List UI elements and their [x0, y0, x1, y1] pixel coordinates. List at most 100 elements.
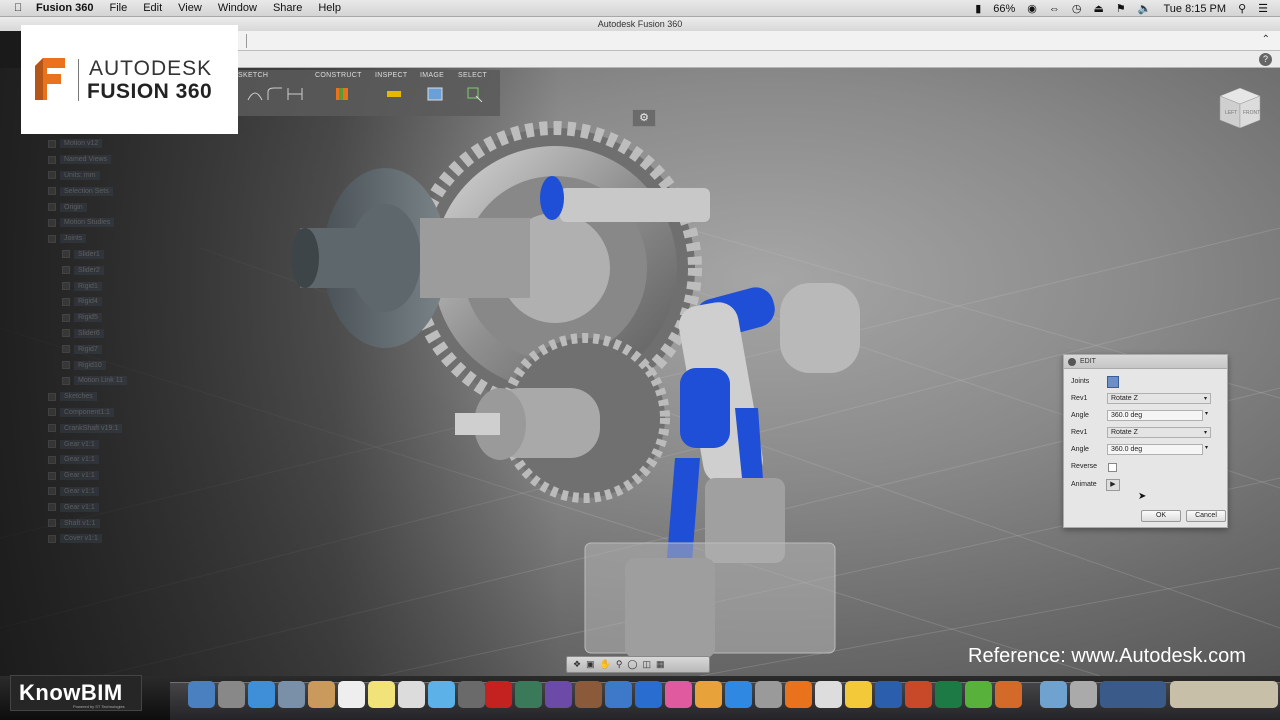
- menu-edit[interactable]: Edit: [143, 2, 162, 14]
- fusion360-icon[interactable]: [785, 681, 812, 708]
- expand-icon[interactable]: [48, 408, 56, 417]
- tree-row[interactable]: Gear v1:1: [48, 452, 188, 468]
- battery-icon[interactable]: ▮: [975, 2, 981, 15]
- tree-row[interactable]: CrankShaft v19:1: [48, 420, 188, 436]
- dimension-icon[interactable]: [286, 86, 304, 102]
- tree-row[interactable]: Rigid5: [48, 310, 188, 326]
- tree-row[interactable]: Rigid1: [48, 278, 188, 294]
- photo-booth-icon[interactable]: [485, 681, 512, 708]
- folder-icon[interactable]: [1040, 681, 1067, 708]
- help-icon[interactable]: ?: [1259, 53, 1272, 66]
- record-icon[interactable]: ◉: [1027, 2, 1037, 15]
- tab-select[interactable]: SELECT: [458, 72, 487, 79]
- tree-row[interactable]: Slider2: [48, 262, 188, 278]
- quicktime-icon[interactable]: [605, 681, 632, 708]
- display-settings-icon[interactable]: ◫: [642, 659, 651, 670]
- arc-icon[interactable]: [246, 86, 264, 102]
- expand-icon[interactable]: [48, 471, 56, 480]
- viewcube[interactable]: LEFT FRONT: [1216, 84, 1264, 130]
- expand-icon[interactable]: [48, 503, 56, 512]
- expand-icon[interactable]: [48, 203, 56, 212]
- volume-icon[interactable]: 🔈: [1138, 2, 1152, 15]
- tab-image[interactable]: IMAGE: [420, 72, 444, 79]
- reverse-checkbox[interactable]: [1108, 463, 1117, 472]
- angle2-caret-icon[interactable]: ▾: [1205, 444, 1208, 451]
- tree-row[interactable]: Motion Studies: [48, 215, 188, 231]
- tree-row[interactable]: Gear v1:1: [48, 436, 188, 452]
- excel-icon[interactable]: [935, 681, 962, 708]
- sync-icon[interactable]: ⇔: [1049, 3, 1060, 15]
- ibooks-icon[interactable]: [695, 681, 722, 708]
- angle1-input[interactable]: 360.0 deg: [1107, 410, 1203, 421]
- garageband-icon[interactable]: [575, 681, 602, 708]
- pan-icon[interactable]: ✋: [600, 659, 611, 670]
- joint-select-button[interactable]: [1107, 376, 1119, 388]
- tree-row[interactable]: Sketches: [48, 389, 188, 405]
- apple-icon[interactable]: : [14, 2, 22, 14]
- tree-row[interactable]: Gear v1:1: [48, 499, 188, 515]
- ok-button[interactable]: OK: [1141, 510, 1181, 522]
- expand-icon[interactable]: [48, 187, 56, 196]
- expand-icon[interactable]: [48, 440, 56, 449]
- messages-icon[interactable]: [428, 681, 455, 708]
- spotlight-icon[interactable]: ⚲: [1238, 2, 1246, 15]
- contacts-icon[interactable]: [308, 681, 335, 708]
- trash-icon[interactable]: [1070, 681, 1097, 708]
- tree-row[interactable]: Gear v1:1: [48, 468, 188, 484]
- render-icon[interactable]: [426, 86, 444, 102]
- tree-row[interactable]: Joints: [48, 231, 188, 247]
- tree-row[interactable]: Motion Link 11: [48, 373, 188, 389]
- settings-icon[interactable]: ⚙: [632, 109, 656, 127]
- viewcube-front-label[interactable]: FRONT: [1243, 110, 1260, 116]
- menu-window[interactable]: Window: [218, 2, 257, 14]
- measure-icon[interactable]: [385, 86, 403, 102]
- expand-icon[interactable]: [48, 487, 56, 496]
- viewcube-left-label[interactable]: LEFT: [1225, 110, 1237, 116]
- fillet-icon[interactable]: [266, 86, 284, 102]
- flag-icon[interactable]: ⚑: [1116, 2, 1126, 15]
- angle2-input[interactable]: 360.0 deg: [1107, 444, 1203, 455]
- expand-icon[interactable]: [48, 534, 56, 543]
- tree-row[interactable]: Component1:1: [48, 405, 188, 421]
- time-machine-icon[interactable]: ◷: [1072, 2, 1082, 15]
- tree-row[interactable]: Units: mm: [48, 168, 188, 184]
- rev2-select[interactable]: Rotate Z ▾: [1107, 427, 1211, 438]
- tab-construct[interactable]: CONSTRUCT: [315, 72, 362, 79]
- utorrent-icon[interactable]: [965, 681, 992, 708]
- angle1-caret-icon[interactable]: ▾: [1205, 410, 1208, 417]
- tree-row[interactable]: Cover v1:1: [48, 531, 188, 547]
- tree-row[interactable]: Named Views: [48, 152, 188, 168]
- tree-row[interactable]: Shaft v1:1: [48, 515, 188, 531]
- imovie-icon[interactable]: [545, 681, 572, 708]
- system-prefs-icon[interactable]: [635, 681, 662, 708]
- rev1-select[interactable]: Rotate Z ▾: [1107, 393, 1211, 404]
- safari-icon[interactable]: [248, 681, 275, 708]
- tree-row[interactable]: Selection Sets: [48, 183, 188, 199]
- expand-icon[interactable]: [48, 218, 56, 227]
- expand-icon[interactable]: [48, 171, 56, 180]
- expand-icon[interactable]: [48, 519, 56, 528]
- menu-file[interactable]: File: [109, 2, 127, 14]
- clock[interactable]: Tue 8:15 PM: [1163, 3, 1226, 15]
- app-icon[interactable]: [995, 681, 1022, 708]
- expand-icon[interactable]: [48, 155, 56, 164]
- select-icon[interactable]: [466, 86, 484, 102]
- orbit-icon[interactable]: ❖: [573, 659, 581, 670]
- app-store-icon[interactable]: [725, 681, 752, 708]
- construct-plane-icon[interactable]: [333, 86, 351, 102]
- photos-icon[interactable]: [515, 681, 542, 708]
- menu-help[interactable]: Help: [318, 2, 341, 14]
- mail-icon[interactable]: [278, 681, 305, 708]
- tree-row[interactable]: Rigid10: [48, 357, 188, 373]
- notifications-icon[interactable]: ☰: [1258, 2, 1268, 15]
- itunes-icon[interactable]: [665, 681, 692, 708]
- menu-fusion360[interactable]: Fusion 360: [36, 2, 93, 14]
- emoji-icon[interactable]: [845, 681, 872, 708]
- facetime-icon[interactable]: [458, 681, 485, 708]
- expand-icon[interactable]: [48, 424, 56, 433]
- zoom-icon[interactable]: ⚲: [616, 659, 623, 670]
- tree-row[interactable]: Origin: [48, 199, 188, 215]
- play-icon[interactable]: ▶: [1106, 479, 1120, 491]
- powerpoint-icon[interactable]: [905, 681, 932, 708]
- menu-share[interactable]: Share: [273, 2, 302, 14]
